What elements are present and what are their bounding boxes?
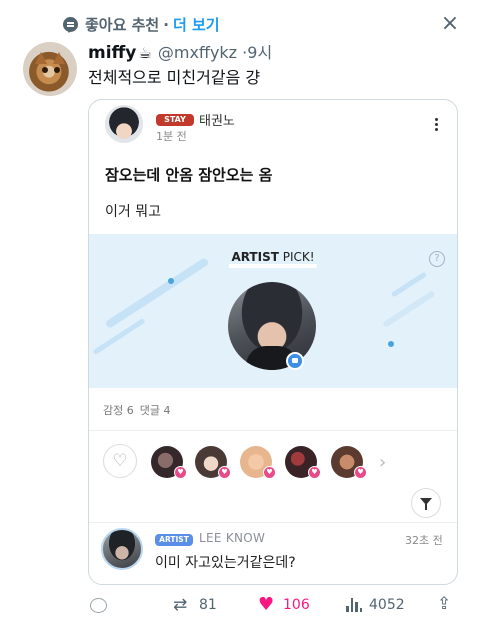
divider	[89, 522, 457, 523]
tweet-author-line: miffy ☕ @mxffykz ·9시	[88, 39, 272, 63]
artist-pick-label: ARTIST PICK!	[89, 250, 457, 268]
like-count[interactable]: 106	[283, 597, 310, 613]
help-icon: ?	[429, 251, 445, 267]
chevron-right-icon: ›	[379, 452, 387, 473]
more-options-icon	[433, 118, 439, 134]
artist-pick-rest: PICK!	[278, 250, 315, 264]
filter-icon	[411, 488, 441, 518]
post-stats: 감정 6 댓글 4	[103, 402, 177, 418]
reaction-heart-icon: ♥	[174, 466, 187, 479]
comment-author-avatar	[101, 528, 143, 570]
author-handle[interactable]: @mxffykz	[158, 43, 237, 62]
reaction-heart-icon: ♥	[308, 466, 321, 479]
reaction-row: ♡ ♥ ♥ ♥ ♥ ♥ ›	[89, 440, 457, 484]
post-author-name: 태권노	[199, 114, 235, 129]
author-avatar[interactable]	[23, 42, 77, 96]
comment-author-name: LEE KNOW	[199, 531, 266, 545]
artist-pick-banner: ARTIST PICK! ?	[89, 234, 457, 388]
post-title: 잠오는데 안옴 잠안오는 옴	[105, 166, 273, 184]
tweet-action-bar: ⇄ 81 ♥ 106 4052 ⇪	[0, 594, 480, 618]
heart-icon: ♡	[103, 444, 137, 478]
views-count[interactable]: 4052	[369, 597, 405, 613]
comment-text: 이미 자고있는거같은데?	[155, 555, 296, 571]
reaction-heart-icon: ♥	[218, 466, 231, 479]
reaction-heart-icon: ♥	[354, 466, 367, 479]
attached-image-card[interactable]: STAY 태권노 1분 전 잠오는데 안옴 잠안오는 옴 이거 뭐고 ARTIS…	[88, 99, 458, 585]
post-time: 1분 전	[156, 130, 187, 143]
emotion-count: 감정 6	[103, 404, 134, 417]
comment-count: 댓글 4	[139, 404, 171, 417]
recommendation-label: 좋아요 추천	[85, 16, 160, 34]
tweet-time[interactable]: 9시	[247, 43, 272, 62]
retweet-count[interactable]: 81	[199, 597, 217, 613]
recommendation-header: 좋아요 추천 · 더 보기	[85, 14, 220, 35]
like-icon[interactable]: ♥	[258, 594, 274, 615]
post-body: 이거 뭐고	[105, 204, 161, 220]
retweet-icon[interactable]: ⇄	[173, 595, 187, 615]
show-more-link[interactable]: 더 보기	[173, 16, 220, 34]
reply-icon[interactable]	[90, 598, 107, 613]
share-icon[interactable]: ⇪	[437, 594, 451, 614]
comment-time: 32초 전	[405, 534, 443, 547]
recommendation-separator: ·	[163, 16, 169, 34]
post-author-avatar	[105, 105, 143, 143]
artist-pick-bold: ARTIST	[231, 250, 279, 264]
divider	[89, 430, 457, 431]
recommend-icon	[63, 17, 78, 33]
author-name[interactable]: miffy	[88, 43, 136, 63]
author-emoji: ☕	[138, 44, 152, 62]
views-icon[interactable]	[346, 598, 362, 612]
artist-badge: ARTIST	[155, 534, 193, 546]
reaction-heart-icon: ♥	[263, 466, 276, 479]
tweet-text: 전체적으로 미친거같음 걍	[88, 68, 261, 87]
close-icon[interactable]: ×	[440, 13, 460, 35]
stay-badge: STAY	[156, 114, 194, 126]
chat-icon	[286, 352, 304, 370]
